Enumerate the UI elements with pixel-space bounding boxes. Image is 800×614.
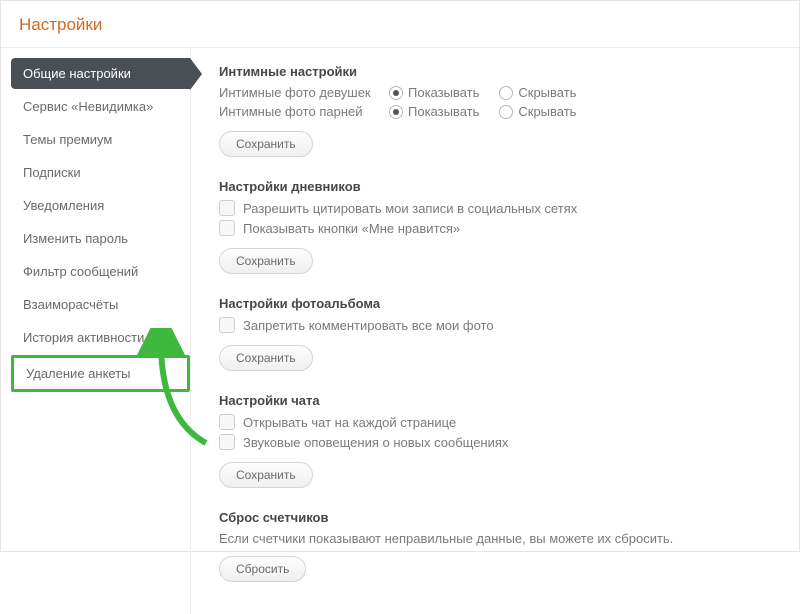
content: Интимные настройки Интимные фото девушек…: [191, 48, 799, 614]
sidebar-item-delete-profile[interactable]: Удаление анкеты: [11, 355, 190, 392]
sidebar-item-label: Уведомления: [23, 198, 104, 213]
radio-hide-boys[interactable]: Скрывать: [499, 104, 576, 119]
radio-label: Скрывать: [518, 85, 576, 100]
section-title: Настройки чата: [219, 393, 775, 408]
check-label: Запретить комментировать все мои фото: [243, 318, 494, 333]
sidebar-item-notifications[interactable]: Уведомления: [11, 190, 190, 221]
sidebar-item-premium-themes[interactable]: Темы премиум: [11, 124, 190, 155]
radio-hide-girls[interactable]: Скрывать: [499, 85, 576, 100]
check-label: Открывать чат на каждой странице: [243, 415, 456, 430]
radio-show-girls[interactable]: Показывать: [389, 85, 479, 100]
check-allow-quote[interactable]: Разрешить цитировать мои записи в социал…: [219, 200, 775, 216]
sidebar-item-general[interactable]: Общие настройки: [11, 58, 190, 89]
counters-description: Если счетчики показывают неправильные да…: [219, 531, 775, 546]
row-label: Интимные фото девушек: [219, 85, 389, 100]
radio-label: Показывать: [408, 104, 479, 119]
sidebar-item-balance[interactable]: Взаиморасчёты: [11, 289, 190, 320]
row-label: Интимные фото парней: [219, 104, 389, 119]
radio-show-boys[interactable]: Показывать: [389, 104, 479, 119]
check-disable-comments[interactable]: Запретить комментировать все мои фото: [219, 317, 775, 333]
radio-indicator-icon: [389, 105, 403, 119]
sidebar-item-label: Темы премиум: [23, 132, 112, 147]
intimate-row-girls: Интимные фото девушек Показывать Скрыват…: [219, 85, 775, 100]
section-title: Настройки дневников: [219, 179, 775, 194]
radio-indicator-icon: [389, 86, 403, 100]
save-button[interactable]: Сохранить: [219, 248, 313, 274]
save-button[interactable]: Сохранить: [219, 131, 313, 157]
radio-label: Показывать: [408, 85, 479, 100]
check-label: Разрешить цитировать мои записи в социал…: [243, 201, 577, 216]
checkbox-icon: [219, 220, 235, 236]
check-sound-alerts[interactable]: Звуковые оповещения о новых сообщениях: [219, 434, 775, 450]
checkbox-icon: [219, 414, 235, 430]
sidebar: Общие настройки Сервис «Невидимка» Темы …: [1, 48, 191, 614]
sidebar-item-label: История активности: [23, 330, 144, 345]
radio-group: Показывать Скрывать: [389, 85, 576, 100]
sidebar-item-label: Изменить пароль: [23, 231, 128, 246]
sidebar-item-label: Взаиморасчёты: [23, 297, 118, 312]
sidebar-item-change-password[interactable]: Изменить пароль: [11, 223, 190, 254]
sidebar-item-label: Фильтр сообщений: [23, 264, 138, 279]
section-chat: Настройки чата Открывать чат на каждой с…: [219, 393, 775, 488]
save-button[interactable]: Сохранить: [219, 462, 313, 488]
sidebar-item-label: Удаление анкеты: [26, 366, 131, 381]
section-counters: Сброс счетчиков Если счетчики показывают…: [219, 510, 775, 582]
page-header: Настройки: [1, 1, 799, 48]
check-label: Показывать кнопки «Мне нравится»: [243, 221, 460, 236]
section-intimate: Интимные настройки Интимные фото девушек…: [219, 64, 775, 157]
reset-button[interactable]: Сбросить: [219, 556, 306, 582]
check-label: Звуковые оповещения о новых сообщениях: [243, 435, 508, 450]
checkbox-icon: [219, 317, 235, 333]
radio-indicator-icon: [499, 86, 513, 100]
sidebar-item-subscriptions[interactable]: Подписки: [11, 157, 190, 188]
sidebar-item-invisible[interactable]: Сервис «Невидимка»: [11, 91, 190, 122]
section-title: Интимные настройки: [219, 64, 775, 79]
check-open-chat[interactable]: Открывать чат на каждой странице: [219, 414, 775, 430]
page-title: Настройки: [19, 15, 781, 35]
section-title: Настройки фотоальбома: [219, 296, 775, 311]
section-diary: Настройки дневников Разрешить цитировать…: [219, 179, 775, 274]
sidebar-item-label: Сервис «Невидимка»: [23, 99, 153, 114]
intimate-row-boys: Интимные фото парней Показывать Скрывать: [219, 104, 775, 119]
save-button[interactable]: Сохранить: [219, 345, 313, 371]
sidebar-item-label: Общие настройки: [23, 66, 131, 81]
radio-indicator-icon: [499, 105, 513, 119]
sidebar-item-activity-history[interactable]: История активности: [11, 322, 190, 353]
section-title: Сброс счетчиков: [219, 510, 775, 525]
sidebar-item-message-filter[interactable]: Фильтр сообщений: [11, 256, 190, 287]
checkbox-icon: [219, 200, 235, 216]
sidebar-item-label: Подписки: [23, 165, 81, 180]
radio-group: Показывать Скрывать: [389, 104, 576, 119]
layout: Общие настройки Сервис «Невидимка» Темы …: [1, 48, 799, 614]
radio-label: Скрывать: [518, 104, 576, 119]
section-album: Настройки фотоальбома Запретить комменти…: [219, 296, 775, 371]
checkbox-icon: [219, 434, 235, 450]
check-show-like[interactable]: Показывать кнопки «Мне нравится»: [219, 220, 775, 236]
